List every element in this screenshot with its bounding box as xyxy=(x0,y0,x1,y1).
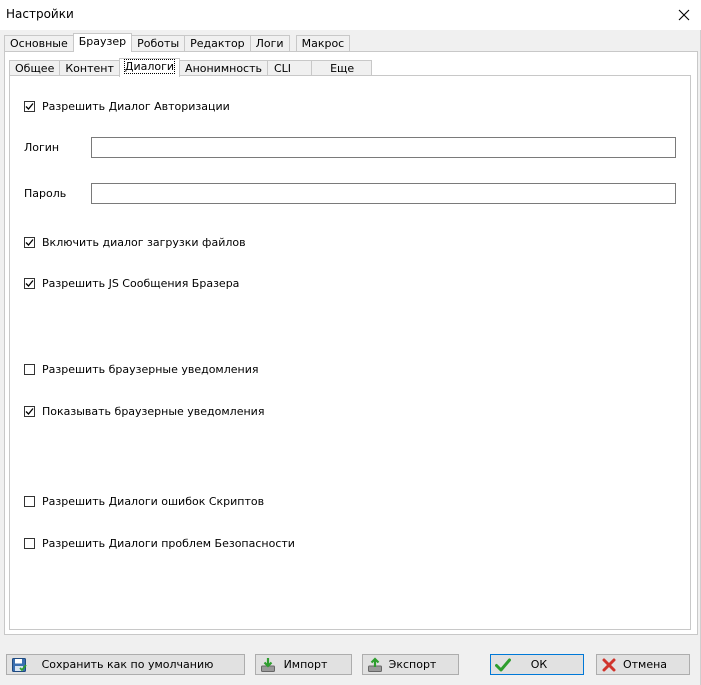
script-errors-label: Разрешить Диалоги ошибок Скриптов xyxy=(42,495,265,508)
export-label: Экспорт xyxy=(388,658,437,671)
allow-notifications-checkbox[interactable]: Разрешить браузерные уведомления xyxy=(24,363,258,376)
cancel-button[interactable]: Отмена xyxy=(596,654,690,675)
save-default-button[interactable]: Сохранить как по умолчанию xyxy=(6,654,245,675)
checkmark-icon xyxy=(25,280,34,287)
close-button[interactable] xyxy=(667,0,701,30)
import-label: Импорт xyxy=(283,658,328,671)
download-dialog-label: Включить диалог загрузки файлов xyxy=(42,236,246,249)
login-input[interactable] xyxy=(91,137,676,158)
tab-editor[interactable]: Редактор xyxy=(184,35,251,52)
import-icon xyxy=(261,657,275,672)
security-problems-label: Разрешить Диалоги проблем Безопасности xyxy=(42,537,295,550)
password-input[interactable] xyxy=(91,183,676,204)
tab-browser[interactable]: Браузер xyxy=(72,33,133,52)
script-errors-checkbox[interactable]: Разрешить Диалоги ошибок Скриптов xyxy=(24,495,264,508)
checkmark-icon xyxy=(25,103,34,110)
checkmark-icon xyxy=(25,408,34,415)
password-label: Пароль xyxy=(24,187,67,200)
checkbox-box xyxy=(24,496,35,507)
tab-logs[interactable]: Логи xyxy=(249,35,290,52)
subtab-dialogs[interactable]: Диалоги xyxy=(118,58,181,77)
checkmark-icon xyxy=(25,239,34,246)
save-disk-icon xyxy=(12,657,27,672)
allow-auth-dialog-label: Разрешить Диалог Авторизации xyxy=(42,100,230,113)
tab-general[interactable]: Основные xyxy=(4,35,74,52)
ok-button[interactable]: ОК xyxy=(490,654,584,675)
checkbox-box xyxy=(24,406,35,417)
tab-robots[interactable]: Роботы xyxy=(131,35,186,52)
window-title: Настройки xyxy=(6,7,74,21)
checkbox-box xyxy=(24,364,35,375)
checkbox-box xyxy=(24,538,35,549)
export-button[interactable]: Экспорт xyxy=(362,654,459,675)
checkbox-box xyxy=(24,237,35,248)
show-notifications-checkbox[interactable]: Показывать браузерные уведомления xyxy=(24,405,264,418)
allow-notifications-label: Разрешить браузерные уведомления xyxy=(42,363,259,376)
save-default-label: Сохранить как по умолчанию xyxy=(41,658,214,671)
sub-tabstrip: Общее Контент Диалоги Анонимность CLI Ещ… xyxy=(9,58,373,77)
login-label: Логин xyxy=(24,141,60,154)
allow-auth-dialog-checkbox[interactable]: Разрешить Диалог Авторизации xyxy=(24,100,230,113)
main-tabstrip: Основные Браузер Роботы Редактор Логи Ма… xyxy=(4,33,351,52)
ok-label: ОК xyxy=(530,658,548,671)
export-icon xyxy=(368,656,382,672)
cancel-label: Отмена xyxy=(622,658,668,671)
security-problems-checkbox[interactable]: Разрешить Диалоги проблем Безопасности xyxy=(24,537,295,550)
import-button[interactable]: Импорт xyxy=(255,654,352,675)
title-bar: Настройки xyxy=(0,0,701,30)
checkmark-icon xyxy=(495,658,511,671)
js-messages-label: Разрешить JS Сообщения Бразера xyxy=(42,277,240,290)
download-dialog-checkbox[interactable]: Включить диалог загрузки файлов xyxy=(24,236,246,249)
tab-macros[interactable]: Макрос xyxy=(295,35,351,52)
show-notifications-label: Показывать браузерные уведомления xyxy=(42,405,265,418)
checkbox-box xyxy=(24,278,35,289)
settings-window: Настройки Основные Браузер Роботы Редакт… xyxy=(0,0,701,685)
js-messages-checkbox[interactable]: Разрешить JS Сообщения Бразера xyxy=(24,277,239,290)
cancel-x-icon xyxy=(602,658,616,671)
close-icon xyxy=(678,9,690,21)
checkbox-box xyxy=(24,101,35,112)
